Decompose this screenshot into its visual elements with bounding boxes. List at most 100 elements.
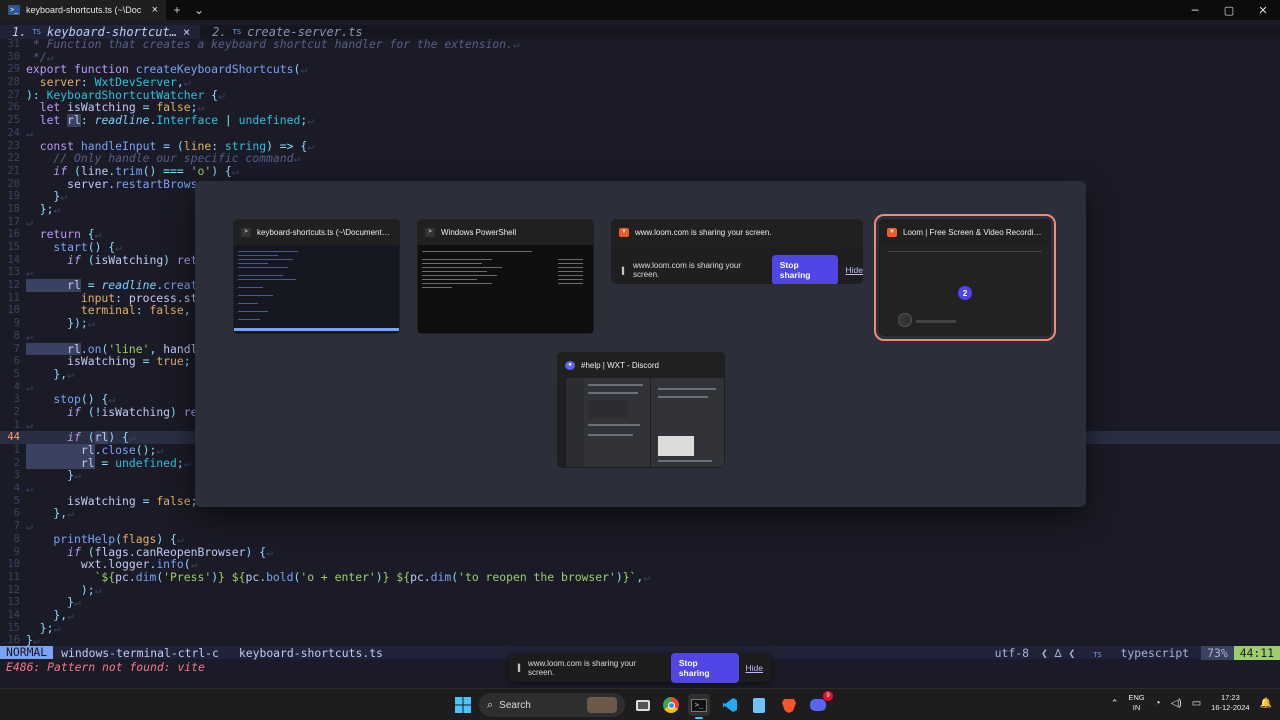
task-view-button[interactable] bbox=[632, 694, 654, 716]
pause-icon: ∥ bbox=[621, 265, 625, 275]
filetype-label: typescript bbox=[1120, 645, 1190, 660]
discord-icon bbox=[810, 699, 826, 711]
task-view-icon bbox=[636, 699, 650, 711]
brave-icon bbox=[782, 698, 796, 713]
git-branch: windows-terminal-ctrl-c bbox=[61, 645, 219, 660]
discord-button[interactable]: 9 bbox=[807, 691, 833, 716]
brave-button[interactable] bbox=[778, 694, 800, 716]
code-line: 7 ↵ bbox=[13, 519, 33, 534]
stop-sharing-button[interactable]: Stop sharing bbox=[771, 255, 838, 284]
chevron-up-icon[interactable]: ⌃ bbox=[1111, 698, 1119, 709]
date-label: 16-12-2024 bbox=[1211, 703, 1250, 712]
powershell-icon: >_ bbox=[8, 5, 20, 15]
window-title: www.loom.com is sharing your screen. bbox=[635, 227, 772, 237]
code-line: 13 } ↵ bbox=[7, 595, 81, 610]
code-line: 12 ); ↵ bbox=[7, 582, 102, 597]
code-line: 24 ↵ bbox=[7, 125, 33, 140]
status-filetype: TS typescript bbox=[1081, 646, 1201, 660]
terminal-taskbar-button[interactable]: >_ bbox=[688, 694, 710, 719]
typescript-icon: TS bbox=[232, 28, 242, 36]
terminal-icon: > bbox=[241, 227, 251, 237]
minimize-button[interactable]: ─ bbox=[1178, 0, 1212, 20]
close-tab-icon[interactable]: × bbox=[152, 4, 158, 16]
vscode-icon bbox=[723, 698, 737, 712]
recording-count-badge: 2 bbox=[958, 286, 972, 300]
status-filename: keyboard-shortcuts.ts bbox=[238, 645, 383, 660]
terminal-icon: > bbox=[425, 227, 435, 237]
tab-dropdown-button[interactable]: ⌄ bbox=[188, 3, 210, 17]
status-position: 44:11 bbox=[1233, 645, 1280, 660]
window-thumbnail bbox=[558, 378, 724, 467]
code-line: 14 }, ↵ bbox=[7, 607, 75, 622]
window-thumbnail bbox=[234, 245, 399, 333]
search-icon: ⌕ bbox=[487, 698, 494, 711]
notification-badge: 9 bbox=[823, 691, 833, 701]
window-title: Windows PowerShell bbox=[441, 227, 517, 237]
switcher-window-discord[interactable]: ● #help | WXT - Discord bbox=[557, 352, 725, 468]
switcher-window-loom-sharing[interactable]: ▼ www.loom.com is sharing your screen. ∥ … bbox=[611, 219, 863, 284]
volume-icon[interactable]: ◁) bbox=[1171, 698, 1182, 709]
window-title: #help | WXT - Discord bbox=[581, 360, 659, 370]
vim-cmdline: E486: Pattern not found: vite bbox=[6, 660, 205, 674]
sharing-bar: ∥ www.loom.com is sharing your screen. S… bbox=[621, 255, 863, 284]
notepad-icon bbox=[753, 697, 765, 713]
code-line: 29 export function createKeyboardShortcut… bbox=[7, 62, 308, 77]
search-highlight-icon bbox=[587, 697, 617, 713]
wifi-icon[interactable]: ◔ bbox=[1155, 698, 1161, 709]
chrome-button[interactable] bbox=[660, 694, 682, 716]
switcher-window-loom[interactable]: ▼ Loom | Free Screen & Video Recordi… 2 bbox=[874, 214, 1056, 341]
stop-sharing-button[interactable]: Stop sharing bbox=[670, 652, 739, 683]
vim-tab-index: 1. bbox=[12, 25, 27, 39]
language-indicator[interactable]: ENG IN bbox=[1128, 693, 1144, 713]
window-thumbnail bbox=[418, 245, 593, 333]
status-encoding: utf-8 bbox=[994, 645, 1029, 660]
region-label: IN bbox=[1132, 703, 1141, 712]
discord-icon: ● bbox=[565, 360, 575, 370]
vscode-button[interactable] bbox=[719, 694, 741, 716]
code-line: 11 `${pc. dim('Press')} ${pc. bold('o + en… bbox=[7, 569, 651, 584]
search-label: Search bbox=[499, 699, 531, 711]
hide-link[interactable]: Hide bbox=[746, 663, 763, 673]
loom-sharing-bar: ∥ www.loom.com is sharing your screen. S… bbox=[509, 652, 771, 683]
windows-taskbar: ⌕ Search >_ 9 ⌃ ENG IN ◔ ◁) ▭ 17:23 16-1… bbox=[0, 688, 1280, 720]
code-line: 21 if (line. trim() === 'o') {↵ bbox=[7, 163, 239, 178]
switcher-window-powershell[interactable]: > Windows PowerShell bbox=[417, 219, 594, 334]
status-percent: 73% bbox=[1201, 645, 1234, 660]
pause-icon: ∥ bbox=[517, 663, 521, 672]
system-tray: ⌃ ENG IN ◔ ◁) ▭ 17:23 16-12-2024 🔔 bbox=[1111, 693, 1272, 713]
code-line: 25 let rl: readline. Interface | undefine… bbox=[7, 113, 315, 128]
window-thumbnail: 2 bbox=[880, 245, 1050, 335]
sharing-text: www.loom.com is sharing your screen. bbox=[633, 261, 742, 279]
code-line: 31 * Function that creates a keyboard sh… bbox=[7, 37, 520, 51]
new-tab-button[interactable]: + bbox=[166, 3, 188, 17]
window-title: Loom | Free Screen & Video Recordi… bbox=[903, 227, 1042, 237]
terminal-titlebar: >_ keyboard-shortcuts.ts (~\Doc × + ⌄ ─ … bbox=[0, 0, 1280, 20]
notification-bell-icon[interactable]: 🔔 bbox=[1260, 698, 1272, 709]
code-line: 8 printHelp(flags) {↵ bbox=[13, 531, 184, 546]
battery-icon[interactable]: ▭ bbox=[1192, 698, 1201, 709]
time-label: 17:23 bbox=[1220, 693, 1240, 702]
code-line: 28 server: WxtDevServer, ↵ bbox=[7, 75, 191, 90]
maximize-button[interactable]: ▢ bbox=[1212, 0, 1246, 20]
terminal-tab-active[interactable]: >_ keyboard-shortcuts.ts (~\Doc × bbox=[0, 0, 166, 20]
windows-icon bbox=[455, 697, 471, 713]
language-label: ENG bbox=[1128, 693, 1145, 702]
start-button[interactable] bbox=[452, 694, 474, 716]
brave-icon: ▼ bbox=[887, 227, 897, 237]
switcher-window-terminal[interactable]: > keyboard-shortcuts.ts (~\Document… bbox=[233, 219, 400, 334]
code-line: 10 wxt. logger. info(↵ bbox=[7, 557, 198, 572]
code-line: 15 }; ↵ bbox=[7, 620, 61, 635]
clock[interactable]: 17:23 16-12-2024 bbox=[1211, 693, 1249, 713]
window-controls: ─ ▢ ✕ bbox=[1178, 0, 1280, 20]
sharing-text: www.loom.com is sharing your screen. bbox=[528, 658, 637, 677]
terminal-tab-title: keyboard-shortcuts.ts (~\Doc bbox=[26, 5, 142, 15]
hide-link[interactable]: Hide bbox=[846, 265, 863, 275]
brave-icon: ▼ bbox=[619, 227, 629, 237]
taskbar-search[interactable]: ⌕ Search bbox=[479, 693, 625, 717]
notepad-button[interactable] bbox=[748, 694, 770, 716]
chrome-icon bbox=[663, 697, 679, 713]
close-window-button[interactable]: ✕ bbox=[1246, 0, 1280, 20]
code-line: 22 // Only handle our specific command ↵ bbox=[7, 151, 301, 166]
task-switcher: > keyboard-shortcuts.ts (~\Document… > Win… bbox=[195, 181, 1086, 507]
status-os: ❮ ∆ ❮ bbox=[1040, 645, 1076, 660]
